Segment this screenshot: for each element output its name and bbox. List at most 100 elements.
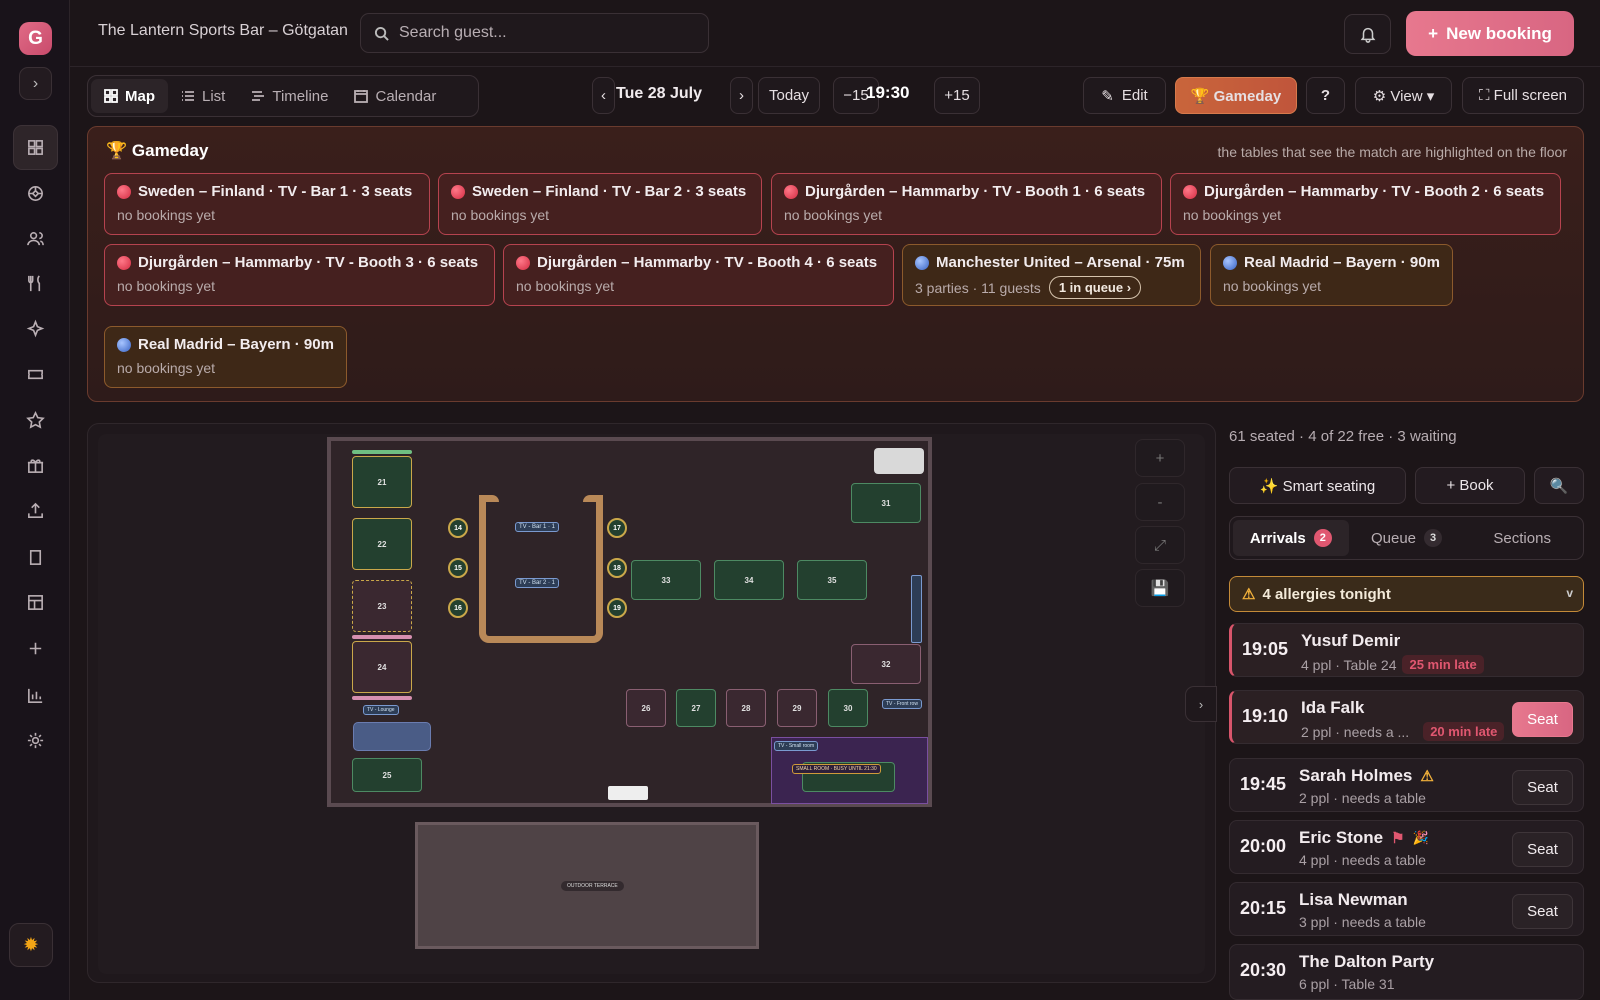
arrival-row[interactable]: 20:15 Lisa Newman 3 ppl · needs a table … xyxy=(1229,882,1584,936)
new-booking-button[interactable]: + New booking xyxy=(1406,11,1574,56)
sparkle-icon[interactable] xyxy=(13,306,58,351)
arrival-time: 20:30 xyxy=(1240,960,1287,980)
tv-small-room-tag: TV - Small room xyxy=(774,741,819,751)
previous-day-button[interactable]: ‹ xyxy=(592,77,615,114)
seat-button[interactable]: Seat xyxy=(1512,702,1573,737)
arrival-time: 19:45 xyxy=(1240,774,1287,794)
receipt-icon[interactable] xyxy=(13,535,58,580)
search-input[interactable]: Search guest... xyxy=(360,13,709,53)
arrival-detail: 2 ppl · needs a ... xyxy=(1301,723,1410,740)
settings-icon[interactable] xyxy=(13,718,58,763)
table-31[interactable]: 31 xyxy=(851,483,921,523)
tab-calendar[interactable]: Calendar xyxy=(341,79,449,113)
star-icon[interactable] xyxy=(13,398,58,443)
allergy-banner[interactable]: ⚠ 4 allergies tonight v xyxy=(1229,576,1584,612)
outdoor-terrace[interactable]: OUTDOOR TERRACE xyxy=(415,822,759,949)
small-room[interactable]: TV - Small room SMALL ROOM · BUSY UNTIL … xyxy=(771,737,928,804)
tab-label: List xyxy=(202,87,226,105)
tab-arrivals[interactable]: Arrivals 2 xyxy=(1233,520,1349,556)
seat-button[interactable]: Seat xyxy=(1512,770,1573,805)
zoom-out-button[interactable]: - xyxy=(1135,483,1185,521)
table-17[interactable]: 17 xyxy=(607,518,627,538)
table-33[interactable]: 33 xyxy=(631,560,701,600)
gift-icon[interactable] xyxy=(13,443,58,488)
book-button[interactable]: + Book xyxy=(1415,467,1525,504)
theme-toggle-sun-icon[interactable]: ✹ xyxy=(9,923,53,967)
tab-map[interactable]: Map xyxy=(91,79,168,113)
next-day-button[interactable]: › xyxy=(730,77,753,114)
match-status: no bookings yet xyxy=(1223,278,1322,294)
match-card[interactable]: Djurgården – Hammarby · TV - Booth 4 · 6… xyxy=(503,244,894,306)
expand-sidebar-button[interactable]: › xyxy=(19,67,52,100)
guests-icon[interactable] xyxy=(13,216,58,261)
floor-map-canvas[interactable]: 21 22 23 24 TV - Lounge 25 TV - Bar 1 · … xyxy=(98,434,1205,974)
tab-queue[interactable]: Queue 3 xyxy=(1349,520,1465,556)
allergy-text: 4 allergies tonight xyxy=(1262,585,1391,603)
tab-timeline[interactable]: Timeline xyxy=(238,79,341,113)
tab-list[interactable]: List xyxy=(168,79,238,113)
view-toolbar: Map List Timeline Calendar ‹ Tue 28 July… xyxy=(70,67,1600,125)
add-icon[interactable] xyxy=(13,626,58,671)
match-card[interactable]: Manchester United – Arsenal · 75m 3 parti… xyxy=(902,244,1201,306)
table-34[interactable]: 34 xyxy=(714,560,784,600)
layout-icon[interactable] xyxy=(13,580,58,625)
lounge-sofa xyxy=(353,722,431,751)
table-16[interactable]: 16 xyxy=(448,598,468,618)
view-options-button[interactable]: ⚙ View ▾ xyxy=(1355,77,1452,114)
table-24[interactable]: 24 xyxy=(352,641,412,693)
zoom-in-button[interactable]: + xyxy=(1135,439,1185,477)
fit-to-screen-button[interactable]: ⤢ xyxy=(1135,526,1185,564)
match-card[interactable]: Real Madrid – Bayern · 90m no bookings ye… xyxy=(104,326,347,388)
match-card[interactable]: Sweden – Finland · TV - Bar 1 · 3 seats n… xyxy=(104,173,430,235)
notifications-button[interactable] xyxy=(1344,14,1391,54)
smart-seating-button[interactable]: ✨ Smart seating xyxy=(1229,467,1406,504)
restaurant-icon[interactable] xyxy=(13,261,58,306)
table-14[interactable]: 14 xyxy=(448,518,468,538)
save-layout-button[interactable]: 💾 xyxy=(1135,569,1185,607)
table-27[interactable]: 27 xyxy=(676,689,716,727)
table-30[interactable]: 30 xyxy=(828,689,868,727)
arrival-row[interactable]: 19:45 Sarah Holmes ⚠ 2 ppl · needs a tabl… xyxy=(1229,758,1584,812)
table-21[interactable]: 21 xyxy=(352,456,412,508)
match-card[interactable]: Djurgården – Hammarby · TV - Booth 1 · 6… xyxy=(771,173,1162,235)
arrival-row[interactable]: 19:10 Ida Falk 2 ppl · needs a ... 20 min… xyxy=(1229,690,1584,744)
floor-map-nav-icon[interactable] xyxy=(13,125,58,170)
table-25[interactable]: 25 xyxy=(352,758,422,792)
tab-sections[interactable]: Sections xyxy=(1464,520,1580,556)
table-15[interactable]: 15 xyxy=(448,558,468,578)
search-arrivals-button[interactable]: 🔍 xyxy=(1534,467,1584,504)
full-screen-button[interactable]: ⛶ Full screen xyxy=(1462,77,1584,114)
venue-avatar[interactable]: G xyxy=(19,22,52,55)
table-32[interactable]: 32 xyxy=(851,644,921,684)
table-23[interactable]: 23 xyxy=(352,580,412,632)
gameday-button[interactable]: 🏆 Gameday xyxy=(1175,77,1297,114)
table-18[interactable]: 18 xyxy=(607,558,627,578)
edit-button[interactable]: ✎ Edit xyxy=(1083,77,1166,114)
match-card[interactable]: Sweden – Finland · TV - Bar 2 · 3 seats n… xyxy=(438,173,762,235)
gameday-title: 🏆 Gameday xyxy=(106,141,209,160)
seat-button[interactable]: Seat xyxy=(1512,894,1573,929)
seat-button[interactable]: Seat xyxy=(1512,832,1573,867)
match-card[interactable]: Djurgården – Hammarby · TV - Booth 3 · 6… xyxy=(104,244,495,306)
help-button[interactable]: ? xyxy=(1306,77,1345,114)
table-22[interactable]: 22 xyxy=(352,518,412,570)
plus-15-button[interactable]: +15 xyxy=(934,77,980,114)
table-29[interactable]: 29 xyxy=(777,689,817,727)
table-35[interactable]: 35 xyxy=(797,560,867,600)
tv-bar-1-tag: TV - Bar 1 · 1 xyxy=(515,522,560,532)
analytics-icon[interactable] xyxy=(13,673,58,718)
collapse-panel-button[interactable]: › xyxy=(1185,686,1217,722)
sports-ball-icon[interactable] xyxy=(13,171,58,216)
table-19[interactable]: 19 xyxy=(607,598,627,618)
match-card[interactable]: Real Madrid – Bayern · 90m no bookings ye… xyxy=(1210,244,1453,306)
arrival-row[interactable]: 20:00 Eric Stone ⚑ 🎉 4 ppl · needs a table… xyxy=(1229,820,1584,874)
queue-pill[interactable]: 1 in queue › xyxy=(1048,276,1142,299)
table-28[interactable]: 28 xyxy=(726,689,766,727)
upload-icon[interactable] xyxy=(13,488,58,533)
arrival-row[interactable]: 19:05 Yusuf Demir 4 ppl · Table 24 25 min… xyxy=(1229,623,1584,677)
ticket-icon[interactable] xyxy=(13,352,58,397)
today-button[interactable]: Today xyxy=(758,77,820,114)
arrival-row[interactable]: 20:30 The Dalton Party 6 ppl · Table 31 xyxy=(1229,944,1584,1000)
match-card[interactable]: Djurgården – Hammarby · TV - Booth 2 · 6… xyxy=(1170,173,1561,235)
table-26[interactable]: 26 xyxy=(626,689,666,727)
